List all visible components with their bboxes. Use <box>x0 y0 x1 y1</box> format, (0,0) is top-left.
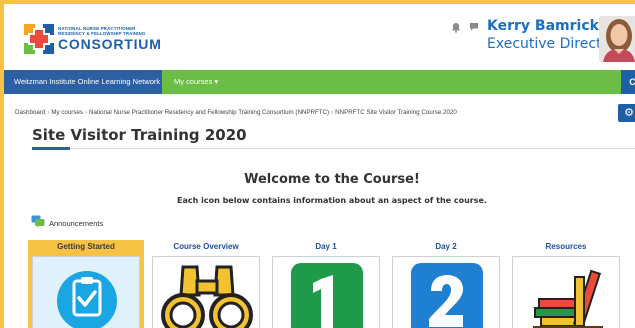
books-icon <box>512 256 620 328</box>
consortium-logo[interactable]: NATIONAL NURSE PRACTITIONER RESIDENCY & … <box>24 24 162 54</box>
title-accent <box>32 147 70 150</box>
tile-label: Getting Started <box>57 242 115 251</box>
page-title: Site Visitor Training 2020 <box>32 126 247 144</box>
my-courses-menu[interactable]: My courses ▾ <box>174 70 218 94</box>
tile-resources[interactable]: Resources <box>508 240 624 328</box>
gear-icon[interactable]: ⚙ <box>618 104 635 122</box>
forum-icon <box>31 214 45 232</box>
breadcrumb-my-courses[interactable]: My courses <box>51 109 83 116</box>
clipboard-check-icon <box>32 256 140 328</box>
tile-label: Course Overview <box>173 242 239 251</box>
logo-name: CONSORTIUM <box>58 36 162 52</box>
breadcrumb-course[interactable]: NNPRFTC Site Visitor Training Course 202… <box>335 109 457 116</box>
user-name[interactable]: Kerry Bamrick <box>487 18 599 34</box>
breadcrumb-category[interactable]: National Nurse Practitioner Residency an… <box>89 109 329 116</box>
breadcrumb: Dashboard › My courses › National Nurse Prac… <box>15 109 457 116</box>
tile-course-overview[interactable]: Course Overview <box>148 240 264 328</box>
tile-label: Day 1 <box>315 242 337 251</box>
breadcrumb-dashboard[interactable]: Dashboard <box>15 109 45 116</box>
number-1-icon <box>272 256 380 328</box>
page-frame: NATIONAL NURSE PRACTITIONER RESIDENCY & … <box>4 4 635 328</box>
tile-label: Resources <box>545 242 587 251</box>
logo-mark-icon <box>24 24 54 54</box>
welcome-heading: Welcome to the Course! <box>244 172 420 187</box>
nav-home-link[interactable]: Weitzman Institute Online Learning Netwo… <box>4 70 162 94</box>
tile-getting-started[interactable]: Getting Started <box>28 240 144 328</box>
main-navbar: Weitzman Institute Online Learning Netwo… <box>4 70 635 94</box>
tile-label: Day 2 <box>435 242 457 251</box>
announcements-link[interactable]: Announcements <box>31 214 103 232</box>
nav-right-button[interactable]: C <box>621 70 635 94</box>
chat-icon[interactable] <box>469 22 479 33</box>
number-2-icon <box>392 256 500 328</box>
announcements-label: Announcements <box>49 218 104 228</box>
bell-icon[interactable] <box>451 22 461 33</box>
user-role: Executive Director <box>487 36 616 52</box>
title-divider <box>32 148 635 149</box>
avatar[interactable] <box>599 16 635 62</box>
welcome-subtitle: Each icon below contains information abo… <box>177 196 487 205</box>
site-header: NATIONAL NURSE PRACTITIONER RESIDENCY & … <box>4 4 635 70</box>
tile-day-1[interactable]: Day 1 <box>268 240 384 328</box>
tile-day-2[interactable]: Day 2 <box>388 240 504 328</box>
binoculars-icon <box>152 256 260 328</box>
